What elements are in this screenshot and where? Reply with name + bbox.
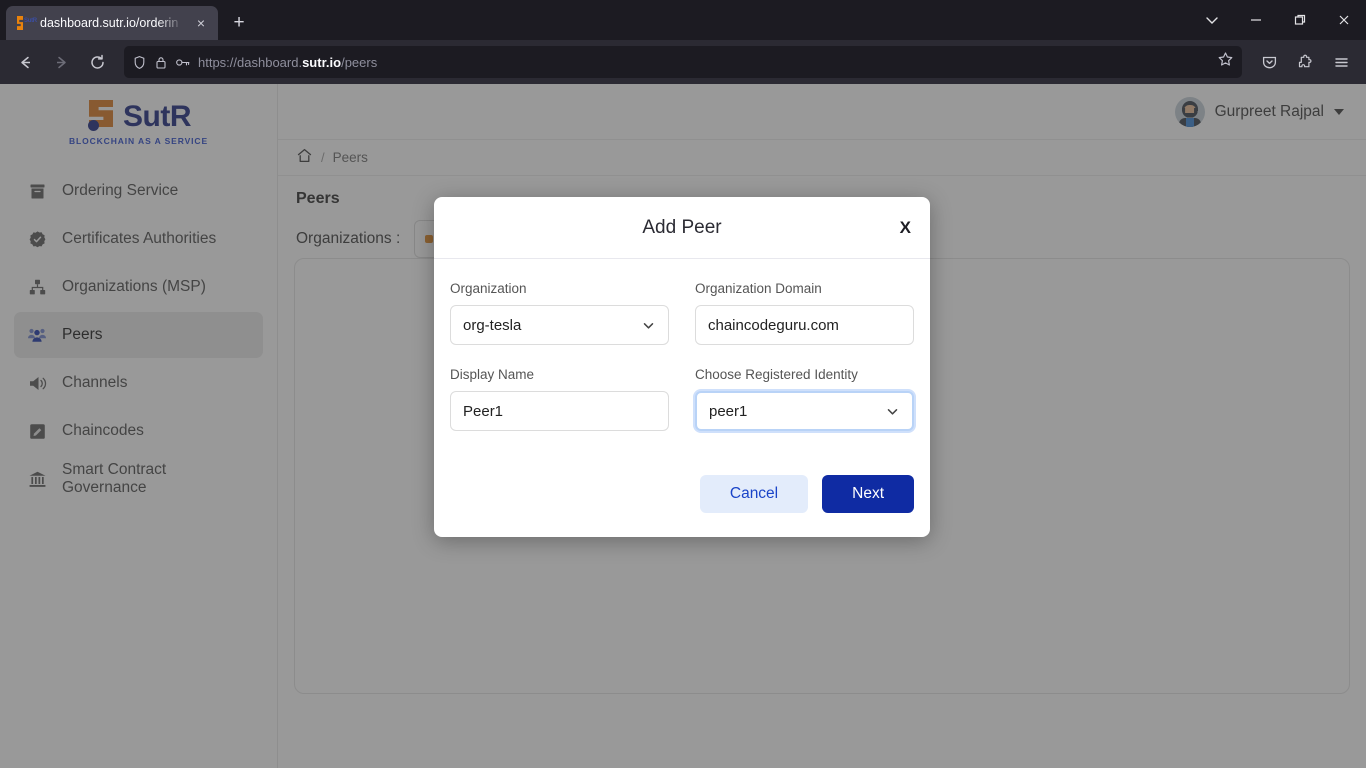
url-bar[interactable]: https://dashboard.sutr.io/peers (124, 46, 1242, 78)
list-all-tabs-icon[interactable] (1190, 0, 1234, 40)
organization-label: Organization (450, 281, 527, 296)
close-window-icon[interactable] (1322, 0, 1366, 40)
display-name-field-group: Display Name (450, 367, 669, 431)
registered-identity-value: peer1 (709, 402, 748, 420)
app-menu-icon[interactable] (1324, 46, 1358, 78)
shield-icon (132, 55, 147, 70)
display-name-input[interactable] (450, 391, 669, 431)
close-icon[interactable]: × (192, 14, 210, 32)
navigation-toolbar: https://dashboard.sutr.io/peers (0, 40, 1366, 84)
registered-identity-field-group: Choose Registered Identity peer1 (695, 367, 914, 431)
modal-body: Organization org-tesla Organization Doma… (434, 259, 930, 431)
lock-icon (154, 55, 168, 70)
pocket-icon[interactable] (1252, 46, 1286, 78)
tab-strip: SutR dashboard.sutr.io/orderin × + (0, 0, 1366, 40)
star-icon[interactable] (1217, 51, 1234, 73)
form-row-2: Display Name Choose Registered Identity … (450, 367, 914, 431)
reload-icon[interactable] (80, 46, 114, 78)
registered-identity-select[interactable]: peer1 (695, 391, 914, 431)
new-tab-button[interactable]: + (224, 8, 254, 38)
browser-window: SutR dashboard.sutr.io/orderin × + https… (0, 0, 1366, 768)
page-viewport: SutR BLOCKCHAIN AS A SERVICE Ordering Se… (0, 84, 1366, 768)
maximize-icon[interactable] (1278, 0, 1322, 40)
sutr-favicon-icon: SutR (16, 15, 37, 31)
close-icon[interactable]: X (900, 218, 911, 238)
display-name-label: Display Name (450, 367, 535, 382)
window-controls (1190, 0, 1366, 40)
organization-select[interactable]: org-tesla (450, 305, 669, 345)
cancel-button[interactable]: Cancel (699, 475, 809, 513)
minimize-icon[interactable] (1234, 0, 1278, 40)
organization-domain-input[interactable] (695, 305, 914, 345)
back-arrow-icon[interactable] (8, 46, 42, 78)
organization-domain-label: Organization Domain (695, 281, 822, 296)
modal-footer: Cancel Next (434, 453, 930, 537)
extensions-icon[interactable] (1288, 46, 1322, 78)
organization-value: org-tesla (463, 316, 522, 334)
chevron-down-icon (641, 318, 656, 333)
url-text: https://dashboard.sutr.io/peers (198, 54, 378, 70)
key-icon (175, 55, 191, 70)
organization-field-group: Organization org-tesla (450, 281, 669, 345)
form-row-1: Organization org-tesla Organization Doma… (450, 281, 914, 345)
organization-domain-field-group: Organization Domain (695, 281, 914, 345)
next-button[interactable]: Next (822, 475, 914, 513)
chevron-down-icon (885, 404, 900, 419)
registered-identity-label: Choose Registered Identity (695, 367, 858, 382)
modal-header: Add Peer X (434, 197, 930, 259)
modal-title: Add Peer (642, 216, 722, 238)
add-peer-modal: Add Peer X Organization org-tesla Organi… (434, 197, 930, 537)
browser-tab[interactable]: SutR dashboard.sutr.io/orderin × (6, 6, 218, 40)
forward-arrow-icon[interactable] (44, 46, 78, 78)
tab-title: dashboard.sutr.io/orderin (40, 16, 179, 30)
toolbar-end (1252, 46, 1358, 78)
